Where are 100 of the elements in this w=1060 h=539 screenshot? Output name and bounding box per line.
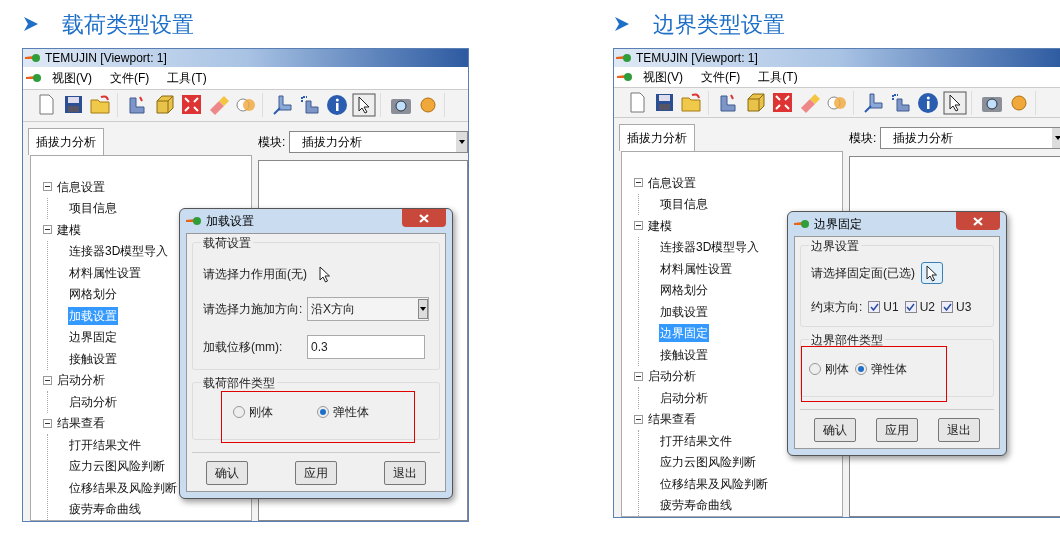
dialog-button[interactable]: 确认: [206, 461, 248, 485]
tree-item[interactable]: 位移结果及风险判断: [68, 478, 178, 497]
menu-item[interactable]: 文件(F): [701, 68, 741, 87]
field-label: 加载位移(mm):: [203, 339, 283, 356]
module-select[interactable]: 插拔力分析: [289, 131, 468, 153]
tree-item[interactable]: 接触设置: [68, 349, 118, 368]
app-logo-icon: [794, 219, 810, 229]
tree-item[interactable]: 连接器3D模型导入: [659, 238, 761, 257]
tree-item[interactable]: 位移结果及风险判断: [659, 474, 769, 493]
caret-icon: [1054, 136, 1060, 140]
tree-item[interactable]: 打开结果文件: [659, 431, 733, 450]
group-title: 边界设置: [809, 237, 861, 255]
dialog-button[interactable]: 确认: [814, 418, 856, 442]
tree-item[interactable]: 加载设置: [659, 302, 709, 321]
checkbox[interactable]: [868, 301, 881, 313]
corner-part-icon[interactable]: [862, 90, 886, 115]
collapse-toggle-icon[interactable]: [43, 375, 52, 385]
window-title: TEMUJIN [Viewport: 1]: [45, 50, 167, 67]
pick-button[interactable]: [921, 262, 943, 284]
menu-item[interactable]: 视图(V): [52, 68, 92, 87]
fit-view-icon[interactable]: [771, 90, 795, 115]
close-button[interactable]: [956, 212, 1000, 230]
radio-button[interactable]: [317, 406, 329, 418]
collapse-toggle-icon[interactable]: [634, 221, 643, 231]
checkbox[interactable]: [941, 301, 954, 313]
menu-item[interactable]: 文件(F): [110, 68, 150, 87]
tree-item[interactable]: 项目信息: [659, 195, 709, 214]
module-label: 模块:: [849, 130, 877, 147]
bullet-arrow-icon: [24, 17, 38, 31]
caret-icon: [458, 140, 465, 144]
collapse-toggle-icon[interactable]: [634, 371, 643, 381]
checkbox[interactable]: [904, 301, 917, 313]
slide-heading: 载荷类型设置: [62, 10, 194, 39]
tree-item[interactable]: 材料属性设置: [659, 259, 733, 278]
cube-icon[interactable]: [744, 90, 768, 115]
tree-item[interactable]: 项目信息: [68, 199, 118, 218]
info-icon[interactable]: [916, 90, 940, 115]
radio-label: 弹性体: [333, 404, 369, 421]
close-icon: [973, 216, 983, 226]
field-label: 请选择力施加方向:: [203, 301, 303, 318]
menu-item[interactable]: 视图(V): [643, 68, 683, 87]
input-field[interactable]: 0.3: [307, 335, 425, 359]
collapse-toggle-icon[interactable]: [43, 225, 52, 235]
collapse-toggle-icon[interactable]: [634, 178, 643, 188]
tree-item[interactable]: 网格划分: [68, 285, 118, 304]
tree-item[interactable]: 结果查看: [648, 410, 696, 429]
slide-heading: 边界类型设置: [653, 10, 785, 39]
tree-item[interactable]: 打开结果文件: [68, 435, 142, 454]
radio-button[interactable]: [809, 363, 821, 375]
tree-item[interactable]: 建模: [648, 216, 672, 235]
menu-item[interactable]: 工具(T): [167, 68, 207, 87]
dialog-button[interactable]: 应用: [295, 461, 337, 485]
radio-button[interactable]: [233, 406, 245, 418]
check-icon: [942, 303, 952, 311]
checkbox-label: U1: [883, 299, 899, 316]
folder-icon[interactable]: [680, 90, 704, 115]
tree-item[interactable]: 接触设置: [659, 345, 709, 364]
info-icon[interactable]: [325, 93, 349, 118]
collapse-toggle-icon[interactable]: [43, 418, 52, 428]
tree-item[interactable]: 结果查看: [57, 414, 105, 433]
dialog-button[interactable]: 退出: [384, 461, 426, 485]
tree-item[interactable]: 启动分析: [57, 371, 105, 390]
tree-item[interactable]: 疲劳寿命曲线: [68, 500, 142, 519]
panel-tab[interactable]: 插拔力分析: [28, 128, 104, 155]
close-button[interactable]: [402, 209, 446, 227]
tree-item[interactable]: 应力云图风险判断: [659, 453, 757, 472]
radio-label: 刚体: [825, 361, 849, 378]
tree-item[interactable]: 边界固定: [68, 328, 118, 347]
pointer-icon[interactable]: [352, 93, 376, 118]
tree-item[interactable]: 信息设置: [648, 173, 696, 192]
panel-tab[interactable]: 插拔力分析: [619, 124, 695, 151]
pointer-icon: [926, 264, 938, 282]
tree-item[interactable]: 材料属性设置: [68, 263, 142, 282]
menu-item[interactable]: 工具(T): [758, 68, 798, 87]
tree-item[interactable]: 建模: [57, 220, 81, 239]
tree-item[interactable]: 疲劳寿命曲线: [659, 496, 733, 515]
module-select[interactable]: 插拔力分析: [880, 127, 1060, 149]
checkbox-label: U2: [919, 299, 936, 316]
dialog-button[interactable]: 退出: [938, 418, 980, 442]
dialog-button[interactable]: 应用: [876, 418, 918, 442]
tree-item[interactable]: 连接器3D模型导入: [68, 242, 170, 261]
group-title: 载荷设置: [201, 234, 253, 252]
tree-item[interactable]: 启动分析: [648, 367, 696, 386]
cursor-icon: [319, 265, 331, 283]
group-title: 载荷部件类型: [201, 374, 277, 392]
collapse-toggle-icon[interactable]: [634, 414, 643, 424]
caret-icon: [420, 307, 426, 311]
tree-item[interactable]: 信息设置: [57, 177, 105, 196]
close-icon: [419, 213, 429, 223]
module-label: 模块:: [258, 134, 286, 151]
checkbox-label: U3: [956, 299, 972, 316]
tree-item[interactable]: 网格划分: [659, 281, 709, 300]
tree-item[interactable]: 应力云图风险判断: [68, 457, 166, 476]
radio-button[interactable]: [855, 363, 867, 375]
direction-select[interactable]: 沿X方向: [307, 297, 429, 321]
tree-item[interactable]: 启动分析: [68, 392, 118, 411]
pointer-icon[interactable]: [943, 90, 967, 115]
tree-item[interactable]: 启动分析: [659, 388, 709, 407]
app-logo-icon: [616, 53, 632, 63]
collapse-toggle-icon[interactable]: [43, 182, 52, 192]
